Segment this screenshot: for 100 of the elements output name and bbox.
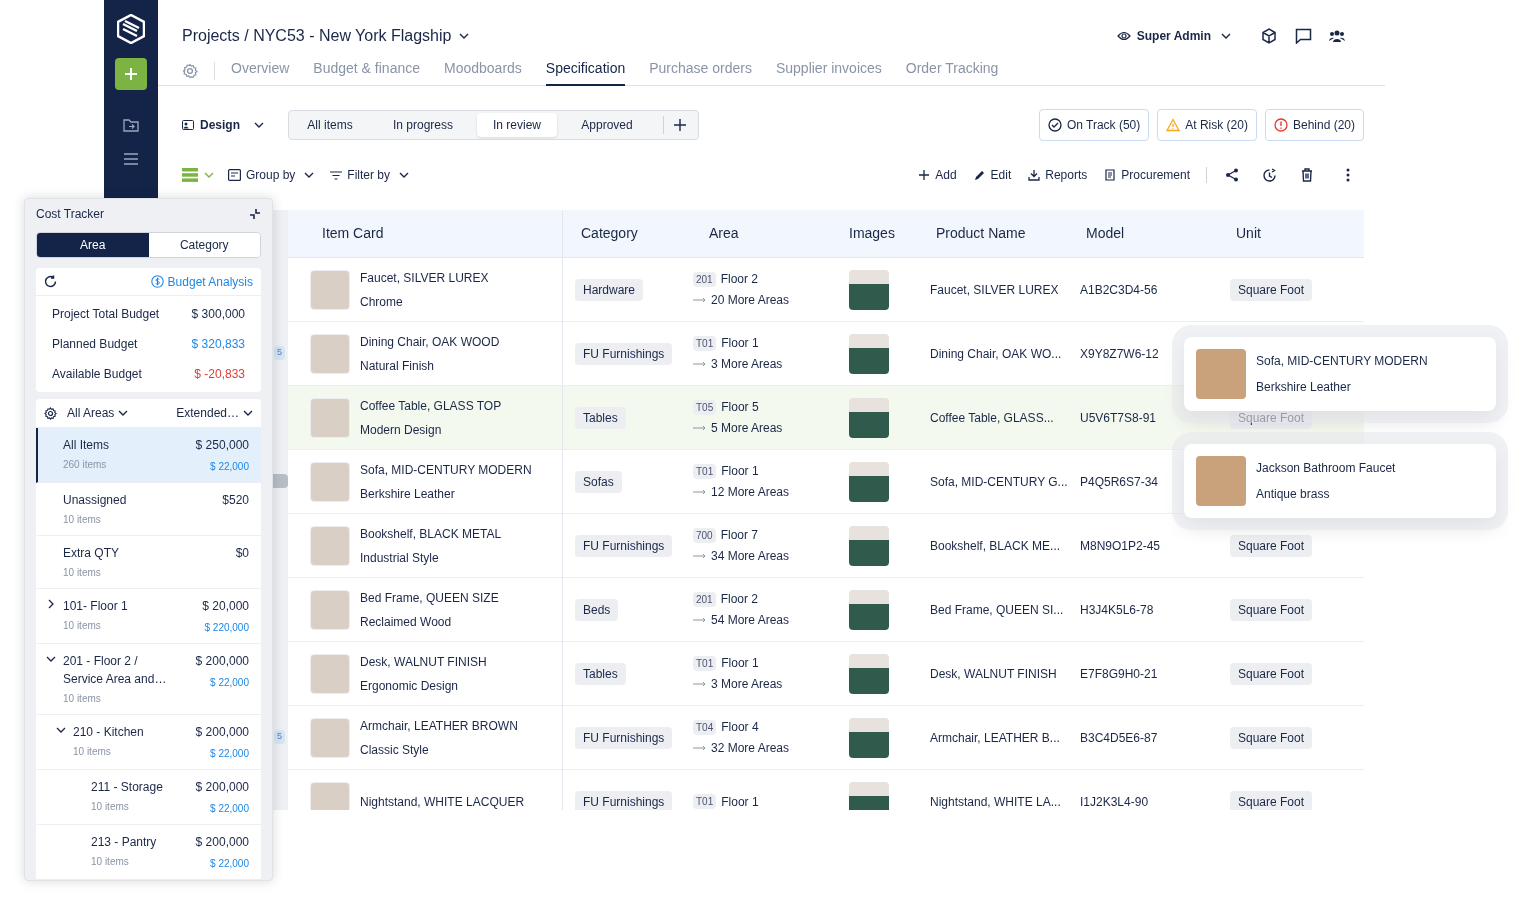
model-number: I1J2K3L4-90 [1080,793,1149,810]
area-code-tag: T01 [693,655,717,671]
area-code-tag: 201 [693,591,716,607]
area-code-tag: T05 [693,399,717,415]
item-variant: Modern Design [360,421,443,439]
unit-tag: Square Foot [1230,598,1313,621]
area-name: Floor 1 [721,655,759,672]
model-number: A1B2C3D4-56 [1080,281,1158,299]
item-count: 10 items [91,855,130,869]
item-name: Desk, WALNUT FINISH [360,653,487,671]
model-number: X9Y8Z7W6-12 [1080,345,1159,363]
budget-label: Project Total Budget [52,306,160,323]
category-tag: Hardware [575,278,644,301]
unit-tag: Square Foot [1230,534,1313,557]
budget-value: $ 300,000 [191,306,245,323]
area-name: Floor 2 [720,591,759,608]
unit-tag: Square Foot [1230,790,1313,810]
item-count: 10 items [63,692,102,706]
item-count: 260 items [63,458,108,472]
area-code-tag: 700 [693,527,716,543]
area-amount: $0 [235,545,249,562]
area-name: Floor 7 [720,527,759,544]
area-sub-amount: $ 22,000 [210,676,249,690]
category-tag: FU Furnishings [575,790,673,810]
model-number: M8N9O1P2-45 [1080,537,1161,555]
area-code-tag: T01 [693,463,717,479]
item-name: Faucet, SILVER LUREX [360,269,489,287]
model-number: H3J4K5L6-78 [1080,601,1154,619]
product-name: Bookshelf, BLACK ME... [930,537,1061,555]
area-amount: $520 [222,492,249,509]
product-name: Coffee Table, GLASS... [930,409,1054,427]
model-number: B3C4D5E6-87 [1080,729,1158,747]
item-name: Nightstand, WHITE LACQUER [360,793,525,810]
area-name: Unassigned [63,492,127,509]
panel-title: Cost Tracker [36,206,104,223]
product-name: Bed Frame, QUEEN SI... [930,601,1064,619]
area-amount: $ 200,000 [195,653,249,670]
category-tag: FU Furnishings [575,534,673,557]
model-number: P4Q5R6S7-34 [1080,473,1159,491]
product-name: Faucet, SILVER LUREX [930,281,1059,299]
area-name: Floor 5 [721,399,759,416]
area-sub-amount: $ 22,000 [210,460,249,474]
area-code-tag: T04 [693,719,717,735]
item-count: 10 items [63,619,102,633]
area-name: Floor 1 [721,463,759,480]
category-tag: FU Furnishings [575,726,673,749]
item-variant: Reclaimed Wood [360,613,453,631]
area-code-tag: T01 [693,794,717,809]
product-name: Sofa, MID-CENTURY G... [930,473,1068,491]
budget-value: $ -20,833 [194,366,245,383]
budget-label: Available Budget [52,366,142,383]
area-amount: $ 200,000 [195,779,249,796]
area-name: Floor 2 [720,271,759,288]
item-name: Coffee Table, GLASS TOP [360,397,502,415]
category-tag: FU Furnishings [575,342,673,365]
area-code-tag: T01 [693,335,717,351]
unit-tag: Square Foot [1230,278,1313,301]
area-amount: $ 200,000 [195,724,249,741]
item-count: 10 items [63,566,102,580]
item-variant: Antique brass [1256,486,1331,503]
area-amount: $ 250,000 [195,437,249,454]
product-name: Desk, WALNUT FINISH [930,665,1057,683]
unit-tag: Square Foot [1230,662,1313,685]
count-badge: 5 [274,730,285,744]
area-name: 201 - Floor 2 / Service Area and… [63,653,168,688]
item-count: 10 items [63,513,102,527]
unit-tag: Square Foot [1230,726,1313,749]
category-tag: Sofas [575,470,622,493]
item-name: Dining Chair, OAK WOOD [360,333,500,351]
item-count: 10 items [91,800,130,814]
product-name: Nightstand, WHITE LA... [930,793,1061,810]
area-name: 210 - Kitchen [73,724,144,741]
area-amount: $ 200,000 [195,834,249,851]
area-name: Floor 4 [721,719,759,736]
area-name: Floor 1 [721,335,759,352]
item-variant: Berkshire Leather [360,485,456,503]
area-name: 101- Floor 1 [63,598,128,615]
product-name: Dining Chair, OAK WO... [930,345,1062,363]
count-badge: 5 [274,346,285,360]
area-name: 211 - Storage [91,779,163,796]
item-variant: Chrome [360,293,404,311]
item-variant: Natural Finish [360,357,436,375]
item-variant: Classic Style [360,741,430,759]
budget-value: $ 320,833 [191,336,245,353]
area-name: Floor 1 [721,793,759,810]
item-name: Armchair, LEATHER BROWN [360,717,518,735]
product-name: Armchair, LEATHER B... [930,729,1060,747]
category-tag: Tables [575,406,626,429]
area-sub-amount: $ 220,000 [204,621,249,635]
area-name: All Items [63,437,109,454]
model-number: U5V6T7S8-91 [1080,409,1157,427]
area-sub-amount: $ 22,000 [210,747,249,761]
category-tag: Beds [575,598,619,621]
model-number: E7F8G9H0-21 [1080,665,1158,683]
area-sub-amount: $ 22,000 [210,857,249,871]
category-tag: Tables [575,662,626,685]
budget-label: Planned Budget [52,336,138,353]
item-name: Bed Frame, QUEEN SIZE [360,589,499,607]
area-sub-amount: $ 22,000 [210,802,249,816]
area-name: Extra QTY [63,545,119,562]
